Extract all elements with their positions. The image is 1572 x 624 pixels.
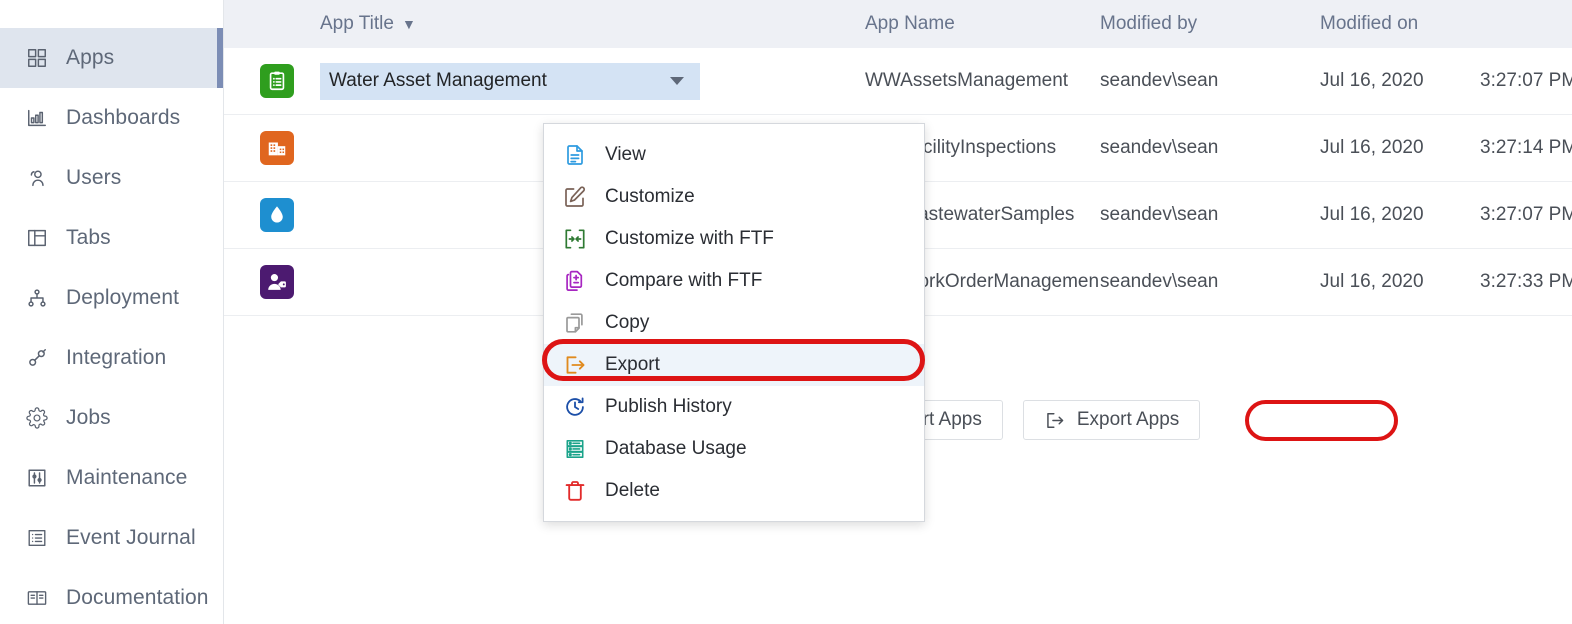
users-icon <box>26 167 48 189</box>
sidebar-item-integration[interactable]: Integration <box>0 328 223 388</box>
menu-item-view[interactable]: View <box>544 134 924 176</box>
export-apps-button[interactable]: Export Apps <box>1023 400 1200 440</box>
table-cell-modified-on: Jul 16, 2020 <box>1320 137 1480 159</box>
table-header-row: App Title ▼ App Name Modified by Modified… <box>224 0 1572 48</box>
network-icon <box>26 287 48 309</box>
sidebar-item-jobs[interactable]: Jobs <box>0 388 223 448</box>
building-icon <box>260 131 294 165</box>
annotation-highlight-export-apps-button <box>1245 400 1398 441</box>
sidebar-item-event-journal[interactable]: Event Journal <box>0 508 223 568</box>
menu-item-label: View <box>605 144 646 166</box>
sidebar-item-label: Documentation <box>66 586 209 610</box>
menu-item-customize[interactable]: Customize <box>544 176 924 218</box>
table-cell-app-icon <box>260 265 320 299</box>
menu-item-customize-with-ftf[interactable]: Customize with FTF <box>544 218 924 260</box>
person-tag-icon <box>260 265 294 299</box>
clipboard-list-icon <box>260 64 294 98</box>
sliders-icon <box>26 467 48 489</box>
menu-item-export[interactable]: Export <box>544 344 924 386</box>
table-cell-modified-by: seandev\sean <box>1100 137 1320 159</box>
sidebar-item-label: Dashboards <box>66 106 180 130</box>
table-cell-modified-by: seandev\sean <box>1100 271 1320 293</box>
table-cell-modified-on: Jul 16, 2020 <box>1320 271 1480 293</box>
app-title-combobox[interactable]: Water Asset Management <box>320 63 700 100</box>
table-cell-modified-time: 3:27:14 PM <box>1480 137 1572 159</box>
menu-item-label: Customize <box>605 186 695 208</box>
chevron-down-icon[interactable] <box>670 77 684 85</box>
sidebar-item-maintenance[interactable]: Maintenance <box>0 448 223 508</box>
sidebar-item-users[interactable]: Users <box>0 148 223 208</box>
trash-icon <box>562 478 588 504</box>
compare-ftf-icon <box>562 268 588 294</box>
app-context-menu: View Customize Customize with FTF Compare w… <box>543 123 925 522</box>
sidebar-item-documentation[interactable]: Documentation <box>0 568 223 624</box>
table-cell-app-title: Water Asset Management <box>320 63 865 100</box>
menu-item-label: Delete <box>605 480 660 502</box>
menu-item-compare-with-ftf[interactable]: Compare with FTF <box>544 260 924 302</box>
table-cell-app-icon <box>260 64 320 98</box>
app-title-combobox-value: Water Asset Management <box>329 70 670 92</box>
menu-item-label: Customize with FTF <box>605 228 774 250</box>
export-arrow-icon <box>562 352 588 378</box>
table-cell-modified-by: seandev\sean <box>1100 70 1320 92</box>
table-header-app-title[interactable]: App Title ▼ <box>320 13 865 35</box>
table-cell-app-name: WWAssetsManagement <box>865 70 1100 92</box>
copy-icon <box>562 310 588 336</box>
menu-item-publish-history[interactable]: Publish History <box>544 386 924 428</box>
sidebar-item-apps[interactable]: Apps <box>0 28 223 88</box>
water-drop-icon <box>260 198 294 232</box>
gear-icon <box>26 407 48 429</box>
table-cell-modified-time: 3:27:07 PM <box>1480 204 1572 226</box>
table-cell-modified-time: 3:27:07 PM <box>1480 70 1572 92</box>
table-cell-modified-by: seandev\sean <box>1100 204 1320 226</box>
main-content: App Title ▼ App Name Modified by Modified… <box>224 0 1572 624</box>
sidebar-item-dashboards[interactable]: Dashboards <box>0 88 223 148</box>
export-arrow-icon <box>1044 410 1065 431</box>
table-cell-app-icon <box>260 198 320 232</box>
table-header-modified-by[interactable]: Modified by <box>1100 13 1320 35</box>
button-label: Export Apps <box>1077 409 1179 431</box>
sidebar-item-label: Deployment <box>66 286 179 310</box>
menu-item-label: Database Usage <box>605 438 747 460</box>
document-view-icon <box>562 142 588 168</box>
menu-item-copy[interactable]: Copy <box>544 302 924 344</box>
table-cell-modified-on: Jul 16, 2020 <box>1320 204 1480 226</box>
sidebar-item-tabs[interactable]: Tabs <box>0 208 223 268</box>
grid-icon <box>26 47 48 69</box>
sidebar-item-label: Integration <box>66 346 166 370</box>
table-header-modified-on[interactable]: Modified on <box>1320 13 1480 35</box>
sidebar-item-label: Maintenance <box>66 466 187 490</box>
menu-item-label: Compare with FTF <box>605 270 762 292</box>
list-panel-icon <box>26 527 48 549</box>
pencil-square-icon <box>562 184 588 210</box>
clock-refresh-icon <box>562 394 588 420</box>
table-cell-app-icon <box>260 131 320 165</box>
sort-descending-icon: ▼ <box>402 16 416 32</box>
plug-icon <box>26 347 48 369</box>
menu-item-label: Publish History <box>605 396 732 418</box>
book-icon <box>26 587 48 609</box>
menu-item-delete[interactable]: Delete <box>544 470 924 512</box>
sidebar-item-label: Event Journal <box>66 526 196 550</box>
sidebar-item-deployment[interactable]: Deployment <box>0 268 223 328</box>
sidebar-item-label: Apps <box>66 46 114 70</box>
database-icon <box>562 436 588 462</box>
app-root: Apps Dashboards Users Tabs Deployment Integra… <box>0 0 1572 624</box>
menu-item-label: Copy <box>605 312 649 334</box>
sidebar: Apps Dashboards Users Tabs Deployment Integra… <box>0 0 224 624</box>
table-header-app-name[interactable]: App Name <box>865 13 1100 35</box>
table-header-app-title-label: App Title <box>320 13 394 34</box>
customize-ftf-icon <box>562 226 588 252</box>
table-row[interactable]: Water Asset Management WWAssetsManagement… <box>224 48 1572 115</box>
layout-icon <box>26 227 48 249</box>
menu-item-database-usage[interactable]: Database Usage <box>544 428 924 470</box>
table-cell-modified-time: 3:27:33 PM <box>1480 271 1572 293</box>
bar-chart-icon <box>26 107 48 129</box>
menu-item-label: Export <box>605 354 660 376</box>
sidebar-item-label: Jobs <box>66 406 111 430</box>
sidebar-item-label: Tabs <box>66 226 111 250</box>
table-cell-modified-on: Jul 16, 2020 <box>1320 70 1480 92</box>
sidebar-item-label: Users <box>66 166 121 190</box>
